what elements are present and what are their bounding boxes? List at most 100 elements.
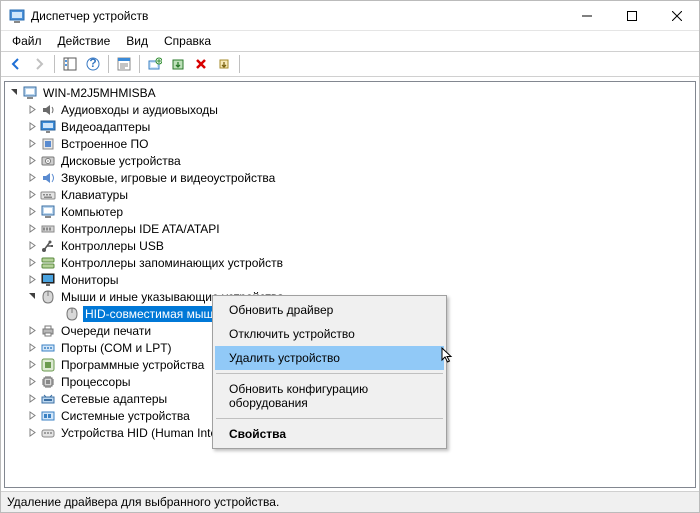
- tree-category[interactable]: Дисковые устройства: [5, 152, 695, 169]
- tree-category[interactable]: Аудиовходы и аудиовыходы: [5, 101, 695, 118]
- port-icon: [40, 340, 56, 356]
- twisty-icon[interactable]: [25, 409, 39, 423]
- context-menu-separator: [216, 418, 443, 419]
- firmware-icon: [40, 136, 56, 152]
- tree-root-label: WIN-M2J5MHMISBA: [41, 85, 158, 101]
- monitor-icon: [40, 272, 56, 288]
- hid-icon: [40, 425, 56, 441]
- disable-device-button[interactable]: [213, 53, 235, 75]
- window-controls: [564, 1, 699, 30]
- twisty-icon[interactable]: [25, 426, 39, 440]
- twisty-icon[interactable]: [25, 222, 39, 236]
- toolbar-separator: [139, 55, 140, 73]
- mouse-icon: [40, 289, 56, 305]
- tree-category[interactable]: Звуковые, игровые и видеоустройства: [5, 169, 695, 186]
- tree-category-label: Очереди печати: [59, 323, 153, 339]
- titlebar: Диспетчер устройств: [1, 1, 699, 31]
- context-menu-item[interactable]: Удалить устройство: [215, 346, 444, 370]
- twisty-expanded-icon[interactable]: [7, 86, 21, 100]
- close-button[interactable]: [654, 1, 699, 30]
- mouse-icon: [64, 306, 80, 322]
- menu-help[interactable]: Справка: [157, 32, 218, 50]
- twisty-icon[interactable]: [25, 154, 39, 168]
- help-button[interactable]: ?: [82, 53, 104, 75]
- context-menu-item[interactable]: Обновить драйвер: [215, 298, 444, 322]
- printer-icon: [40, 323, 56, 339]
- sound-icon: [40, 170, 56, 186]
- twisty-icon[interactable]: [25, 324, 39, 338]
- show-hide-console-tree-button[interactable]: [59, 53, 81, 75]
- tree-category[interactable]: Компьютер: [5, 203, 695, 220]
- computer-icon: [40, 204, 56, 220]
- twisty-icon[interactable]: [25, 171, 39, 185]
- twisty-icon[interactable]: [25, 256, 39, 270]
- audio-icon: [40, 102, 56, 118]
- twisty-icon[interactable]: [25, 137, 39, 151]
- toolbar: ?: [1, 51, 699, 77]
- tree-category-label: Встроенное ПО: [59, 136, 150, 152]
- twisty-icon[interactable]: [25, 358, 39, 372]
- status-bar: Удаление драйвера для выбранного устройс…: [1, 491, 699, 512]
- twisty-icon[interactable]: [25, 188, 39, 202]
- menu-view[interactable]: Вид: [119, 32, 155, 50]
- tree-category-label: Программные устройства: [59, 357, 206, 373]
- tree-category-label: Звуковые, игровые и видеоустройства: [59, 170, 277, 186]
- menubar: Файл Действие Вид Справка: [1, 31, 699, 51]
- forward-button[interactable]: [28, 53, 50, 75]
- cpu-icon: [40, 374, 56, 390]
- twisty-icon[interactable]: [25, 290, 39, 304]
- twisty-icon[interactable]: [25, 103, 39, 117]
- display-icon: [40, 119, 56, 135]
- tree-category-label: Мониторы: [59, 272, 120, 288]
- uninstall-device-button[interactable]: [190, 53, 212, 75]
- tree-category[interactable]: Клавиатуры: [5, 186, 695, 203]
- scan-hardware-changes-button[interactable]: [144, 53, 166, 75]
- tree-category-label: Дисковые устройства: [59, 153, 183, 169]
- tree-category[interactable]: Контроллеры IDE ATA/ATAPI: [5, 220, 695, 237]
- tree-category-label: Системные устройства: [59, 408, 192, 424]
- usb-icon: [40, 238, 56, 254]
- tree-category[interactable]: Мониторы: [5, 271, 695, 288]
- status-text: Удаление драйвера для выбранного устройс…: [7, 495, 279, 509]
- tree-category[interactable]: Контроллеры запоминающих устройств: [5, 254, 695, 271]
- context-menu-item[interactable]: Свойства: [215, 422, 444, 446]
- twisty-icon[interactable]: [25, 205, 39, 219]
- ide-icon: [40, 221, 56, 237]
- twisty-icon[interactable]: [25, 239, 39, 253]
- properties-button[interactable]: [113, 53, 135, 75]
- toolbar-separator: [239, 55, 240, 73]
- storage-icon: [40, 255, 56, 271]
- twisty-icon[interactable]: [25, 120, 39, 134]
- menu-file[interactable]: Файл: [5, 32, 49, 50]
- tree-category-label: Видеоадаптеры: [59, 119, 152, 135]
- minimize-button[interactable]: [564, 1, 609, 30]
- context-menu: Обновить драйверОтключить устройствоУдал…: [212, 295, 447, 449]
- tree-root[interactable]: WIN-M2J5MHMISBA: [5, 84, 695, 101]
- tree-category-label: Клавиатуры: [59, 187, 130, 203]
- update-driver-button[interactable]: [167, 53, 189, 75]
- maximize-button[interactable]: [609, 1, 654, 30]
- twisty-icon[interactable]: [25, 392, 39, 406]
- tree-category-label: Контроллеры USB: [59, 238, 166, 254]
- tree-category[interactable]: Встроенное ПО: [5, 135, 695, 152]
- tree-category-label: Аудиовходы и аудиовыходы: [59, 102, 220, 118]
- tree-category-label: Компьютер: [59, 204, 125, 220]
- context-menu-item[interactable]: Отключить устройство: [215, 322, 444, 346]
- system-icon: [40, 408, 56, 424]
- context-menu-item[interactable]: Обновить конфигурацию оборудования: [215, 377, 444, 415]
- tree-category-label: Контроллеры IDE ATA/ATAPI: [59, 221, 222, 237]
- tree-device-label: HID-совместимая мышь: [83, 306, 221, 322]
- computer-icon: [22, 85, 38, 101]
- context-menu-separator: [216, 373, 443, 374]
- twisty-icon[interactable]: [25, 375, 39, 389]
- software-icon: [40, 357, 56, 373]
- back-button[interactable]: [5, 53, 27, 75]
- tree-category[interactable]: Видеоадаптеры: [5, 118, 695, 135]
- tree-category-label: Порты (COM и LPT): [59, 340, 174, 356]
- twisty-icon[interactable]: [25, 341, 39, 355]
- svg-text:?: ?: [89, 57, 96, 70]
- tree-category[interactable]: Контроллеры USB: [5, 237, 695, 254]
- tree-category-label: Процессоры: [59, 374, 133, 390]
- twisty-icon[interactable]: [25, 273, 39, 287]
- menu-action[interactable]: Действие: [51, 32, 118, 50]
